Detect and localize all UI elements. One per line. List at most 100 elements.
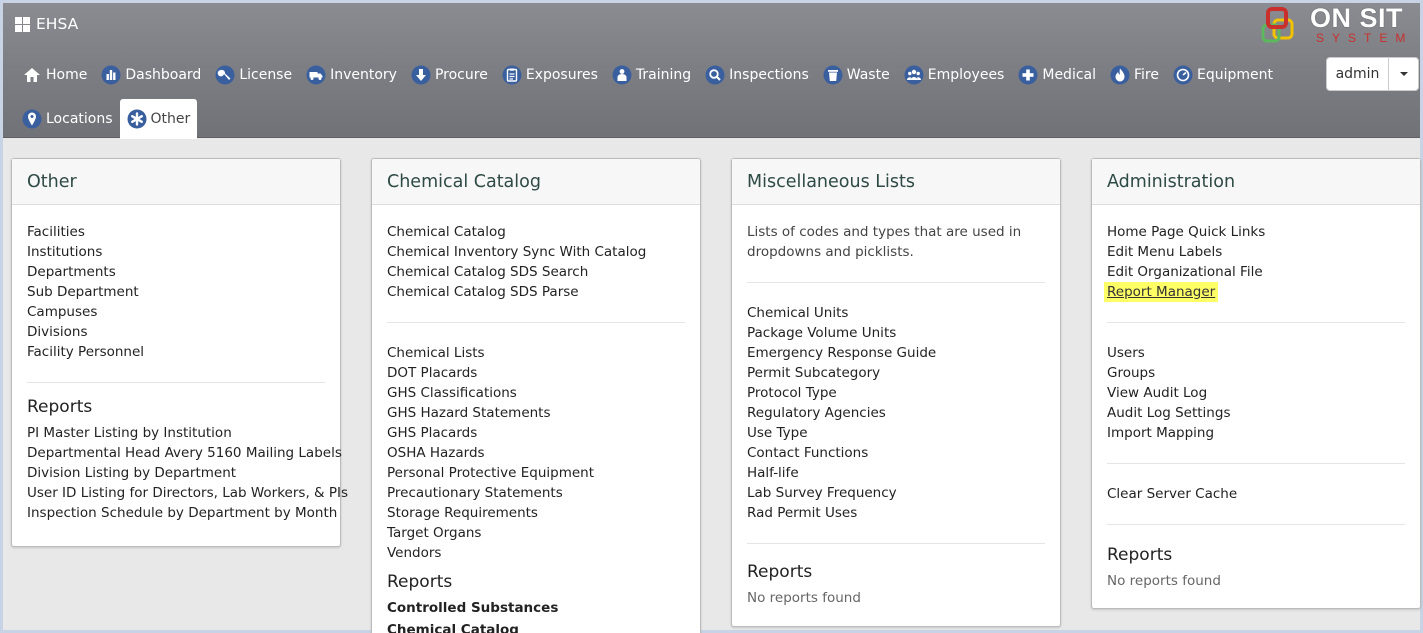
misc-link[interactable]: Package Volume Units bbox=[747, 323, 1045, 343]
logo-subtitle: SYSTEM bbox=[1316, 31, 1414, 45]
nav-label: Fire bbox=[1134, 67, 1159, 83]
admin-link[interactable]: Home Page Quick Links bbox=[1107, 222, 1405, 242]
misc-link[interactable]: Permit Subcategory bbox=[747, 363, 1045, 383]
nav-training[interactable]: Training bbox=[605, 55, 698, 95]
company-logo: ON SIT SYSTEM bbox=[1260, 3, 1420, 45]
catalog-list-link[interactable]: Precautionary Statements bbox=[387, 483, 685, 503]
panel-description: Lists of codes and types that are used i… bbox=[747, 224, 1022, 260]
misc-link[interactable]: Rad Permit Uses bbox=[747, 503, 1045, 523]
misc-link[interactable]: Half-life bbox=[747, 463, 1045, 483]
app-header: EHSA ON SIT SYSTEM Home Dashboard License I… bbox=[3, 3, 1420, 139]
no-reports-message: No reports found bbox=[1107, 573, 1221, 589]
misc-link[interactable]: Contact Functions bbox=[747, 443, 1045, 463]
other-link[interactable]: Campuses bbox=[27, 302, 325, 322]
panel-title: Chemical Catalog bbox=[372, 159, 700, 205]
user-menu-button[interactable]: admin bbox=[1326, 57, 1419, 91]
nav-license[interactable]: License bbox=[208, 55, 299, 95]
nav-equipment[interactable]: Equipment bbox=[1166, 55, 1280, 95]
catalog-list-link[interactable]: Chemical Lists bbox=[387, 343, 685, 363]
grid-icon bbox=[15, 16, 30, 32]
report-link[interactable]: PI Master Listing by Institution bbox=[27, 423, 325, 443]
nav-medical[interactable]: Medical bbox=[1011, 55, 1103, 95]
gauge-icon bbox=[1173, 65, 1193, 85]
report-link[interactable]: Division Listing by Department bbox=[27, 463, 325, 483]
admin-link[interactable]: Edit Organizational File bbox=[1107, 262, 1405, 282]
divider bbox=[1107, 524, 1405, 525]
other-link[interactable]: Facilities bbox=[27, 222, 325, 242]
other-link[interactable]: Facility Personnel bbox=[27, 342, 325, 362]
brand-name: EHSA bbox=[36, 15, 79, 33]
truck-icon bbox=[306, 65, 326, 85]
nav-label: Procure bbox=[434, 67, 488, 83]
catalog-link[interactable]: Chemical Inventory Sync With Catalog bbox=[387, 242, 685, 262]
no-reports-message: No reports found bbox=[747, 590, 861, 606]
chevron-down-icon[interactable] bbox=[1389, 58, 1418, 90]
other-link[interactable]: Departments bbox=[27, 262, 325, 282]
other-link[interactable]: Divisions bbox=[27, 322, 325, 342]
misc-link[interactable]: Regulatory Agencies bbox=[747, 403, 1045, 423]
catalog-link[interactable]: Chemical Catalog SDS Parse bbox=[387, 282, 685, 302]
catalog-list-link[interactable]: Target Organs bbox=[387, 523, 685, 543]
admin-link[interactable]: Import Mapping bbox=[1107, 423, 1405, 443]
other-link[interactable]: Institutions bbox=[27, 242, 325, 262]
nav-label: Other bbox=[150, 111, 191, 127]
misc-link[interactable]: Use Type bbox=[747, 423, 1045, 443]
search-icon bbox=[705, 65, 725, 85]
misc-link[interactable]: Emergency Response Guide bbox=[747, 343, 1045, 363]
divider bbox=[387, 322, 685, 323]
catalog-list-link[interactable]: GHS Placards bbox=[387, 423, 685, 443]
panel-title: Administration bbox=[1092, 159, 1420, 205]
nav-label: Training bbox=[635, 67, 692, 83]
admin-link[interactable]: Groups bbox=[1107, 363, 1405, 383]
nav-procure[interactable]: Procure bbox=[404, 55, 495, 95]
catalog-list-link[interactable]: DOT Placards bbox=[387, 363, 685, 383]
reports-title: Reports bbox=[387, 572, 453, 592]
catalog-list-link[interactable]: GHS Classifications bbox=[387, 383, 685, 403]
report-manager-label[interactable]: Report Manager bbox=[1104, 282, 1219, 302]
admin-link[interactable]: View Audit Log bbox=[1107, 383, 1405, 403]
divider bbox=[1107, 463, 1405, 464]
panel-other: Other Facilities Institutions Departments S… bbox=[11, 158, 348, 547]
nav-dashboard[interactable]: Dashboard bbox=[94, 55, 208, 95]
nav-inspections[interactable]: Inspections bbox=[698, 55, 816, 95]
nav-label: Home bbox=[46, 67, 88, 83]
nav-employees[interactable]: Employees bbox=[897, 55, 1012, 95]
catalog-link[interactable]: Chemical Catalog SDS Search bbox=[387, 262, 685, 282]
admin-link[interactable]: Users bbox=[1107, 343, 1405, 363]
misc-link[interactable]: Chemical Units bbox=[747, 303, 1045, 323]
users-icon bbox=[904, 65, 924, 85]
nav-label: License bbox=[239, 67, 293, 83]
misc-link[interactable]: Protocol Type bbox=[747, 383, 1045, 403]
nav-inventory[interactable]: Inventory bbox=[299, 55, 404, 95]
report-group[interactable]: Chemical Catalog bbox=[387, 620, 685, 633]
catalog-list-link[interactable]: Personal Protective Equipment bbox=[387, 463, 685, 483]
user-name[interactable]: admin bbox=[1327, 58, 1389, 90]
arrow-down-icon bbox=[411, 65, 431, 85]
nav-waste[interactable]: Waste bbox=[816, 55, 897, 95]
catalog-link[interactable]: Chemical Catalog bbox=[387, 222, 685, 242]
report-manager-link[interactable]: Report Manager bbox=[1104, 282, 1405, 302]
admin-link[interactable]: Audit Log Settings bbox=[1107, 403, 1405, 423]
divider bbox=[1107, 322, 1405, 323]
other-link[interactable]: Sub Department bbox=[27, 282, 325, 302]
nav-other[interactable]: Other bbox=[119, 99, 198, 139]
brand[interactable]: EHSA bbox=[15, 13, 78, 35]
nav-label: Waste bbox=[846, 67, 890, 83]
report-link[interactable]: User ID Listing for Directors, Lab Worke… bbox=[27, 483, 348, 503]
nav-locations[interactable]: Locations bbox=[15, 99, 120, 139]
home-icon bbox=[22, 65, 42, 85]
catalog-list-link[interactable]: GHS Hazard Statements bbox=[387, 403, 685, 423]
admin-link[interactable]: Edit Menu Labels bbox=[1107, 242, 1405, 262]
misc-link[interactable]: Lab Survey Frequency bbox=[747, 483, 1045, 503]
report-group[interactable]: Controlled Substances bbox=[387, 598, 685, 618]
nav-home[interactable]: Home bbox=[15, 55, 94, 95]
catalog-list-link[interactable]: OSHA Hazards bbox=[387, 443, 685, 463]
catalog-list-link[interactable]: Vendors bbox=[387, 543, 685, 563]
report-link[interactable]: Inspection Schedule by Department by Mon… bbox=[27, 503, 337, 523]
main-nav: Home Dashboard License Inventory Procure Expo… bbox=[15, 55, 1315, 143]
nav-fire[interactable]: Fire bbox=[1103, 55, 1166, 95]
catalog-list-link[interactable]: Storage Requirements bbox=[387, 503, 685, 523]
report-link[interactable]: Departmental Head Avery 5160 Mailing Lab… bbox=[27, 443, 342, 463]
nav-exposures[interactable]: Exposures bbox=[495, 55, 605, 95]
admin-link[interactable]: Clear Server Cache bbox=[1107, 484, 1405, 504]
